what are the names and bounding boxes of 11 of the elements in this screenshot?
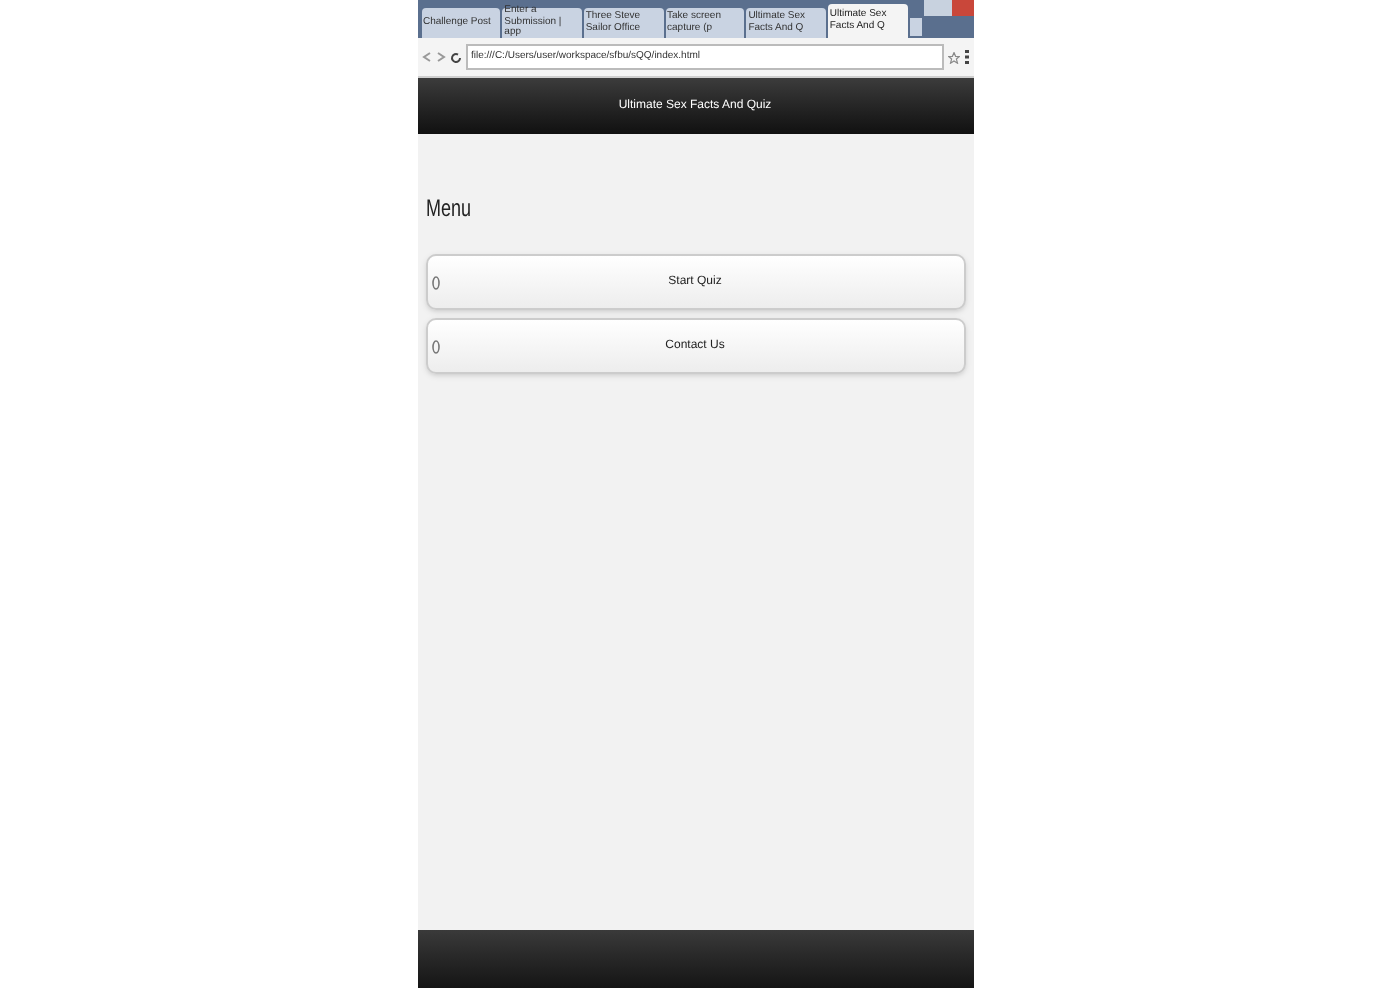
circle-icon xyxy=(431,340,439,354)
reload-icon[interactable] xyxy=(449,51,461,63)
circle-icon xyxy=(431,276,439,290)
minimize-button[interactable] xyxy=(923,0,937,16)
new-tab-button[interactable] xyxy=(909,18,921,36)
star-icon[interactable] xyxy=(947,51,959,63)
menu-heading: Menu xyxy=(425,192,473,226)
menu-icon[interactable] xyxy=(963,50,969,64)
close-button[interactable] xyxy=(951,0,973,16)
forward-icon[interactable] xyxy=(435,52,445,62)
back-icon[interactable] xyxy=(421,52,431,62)
